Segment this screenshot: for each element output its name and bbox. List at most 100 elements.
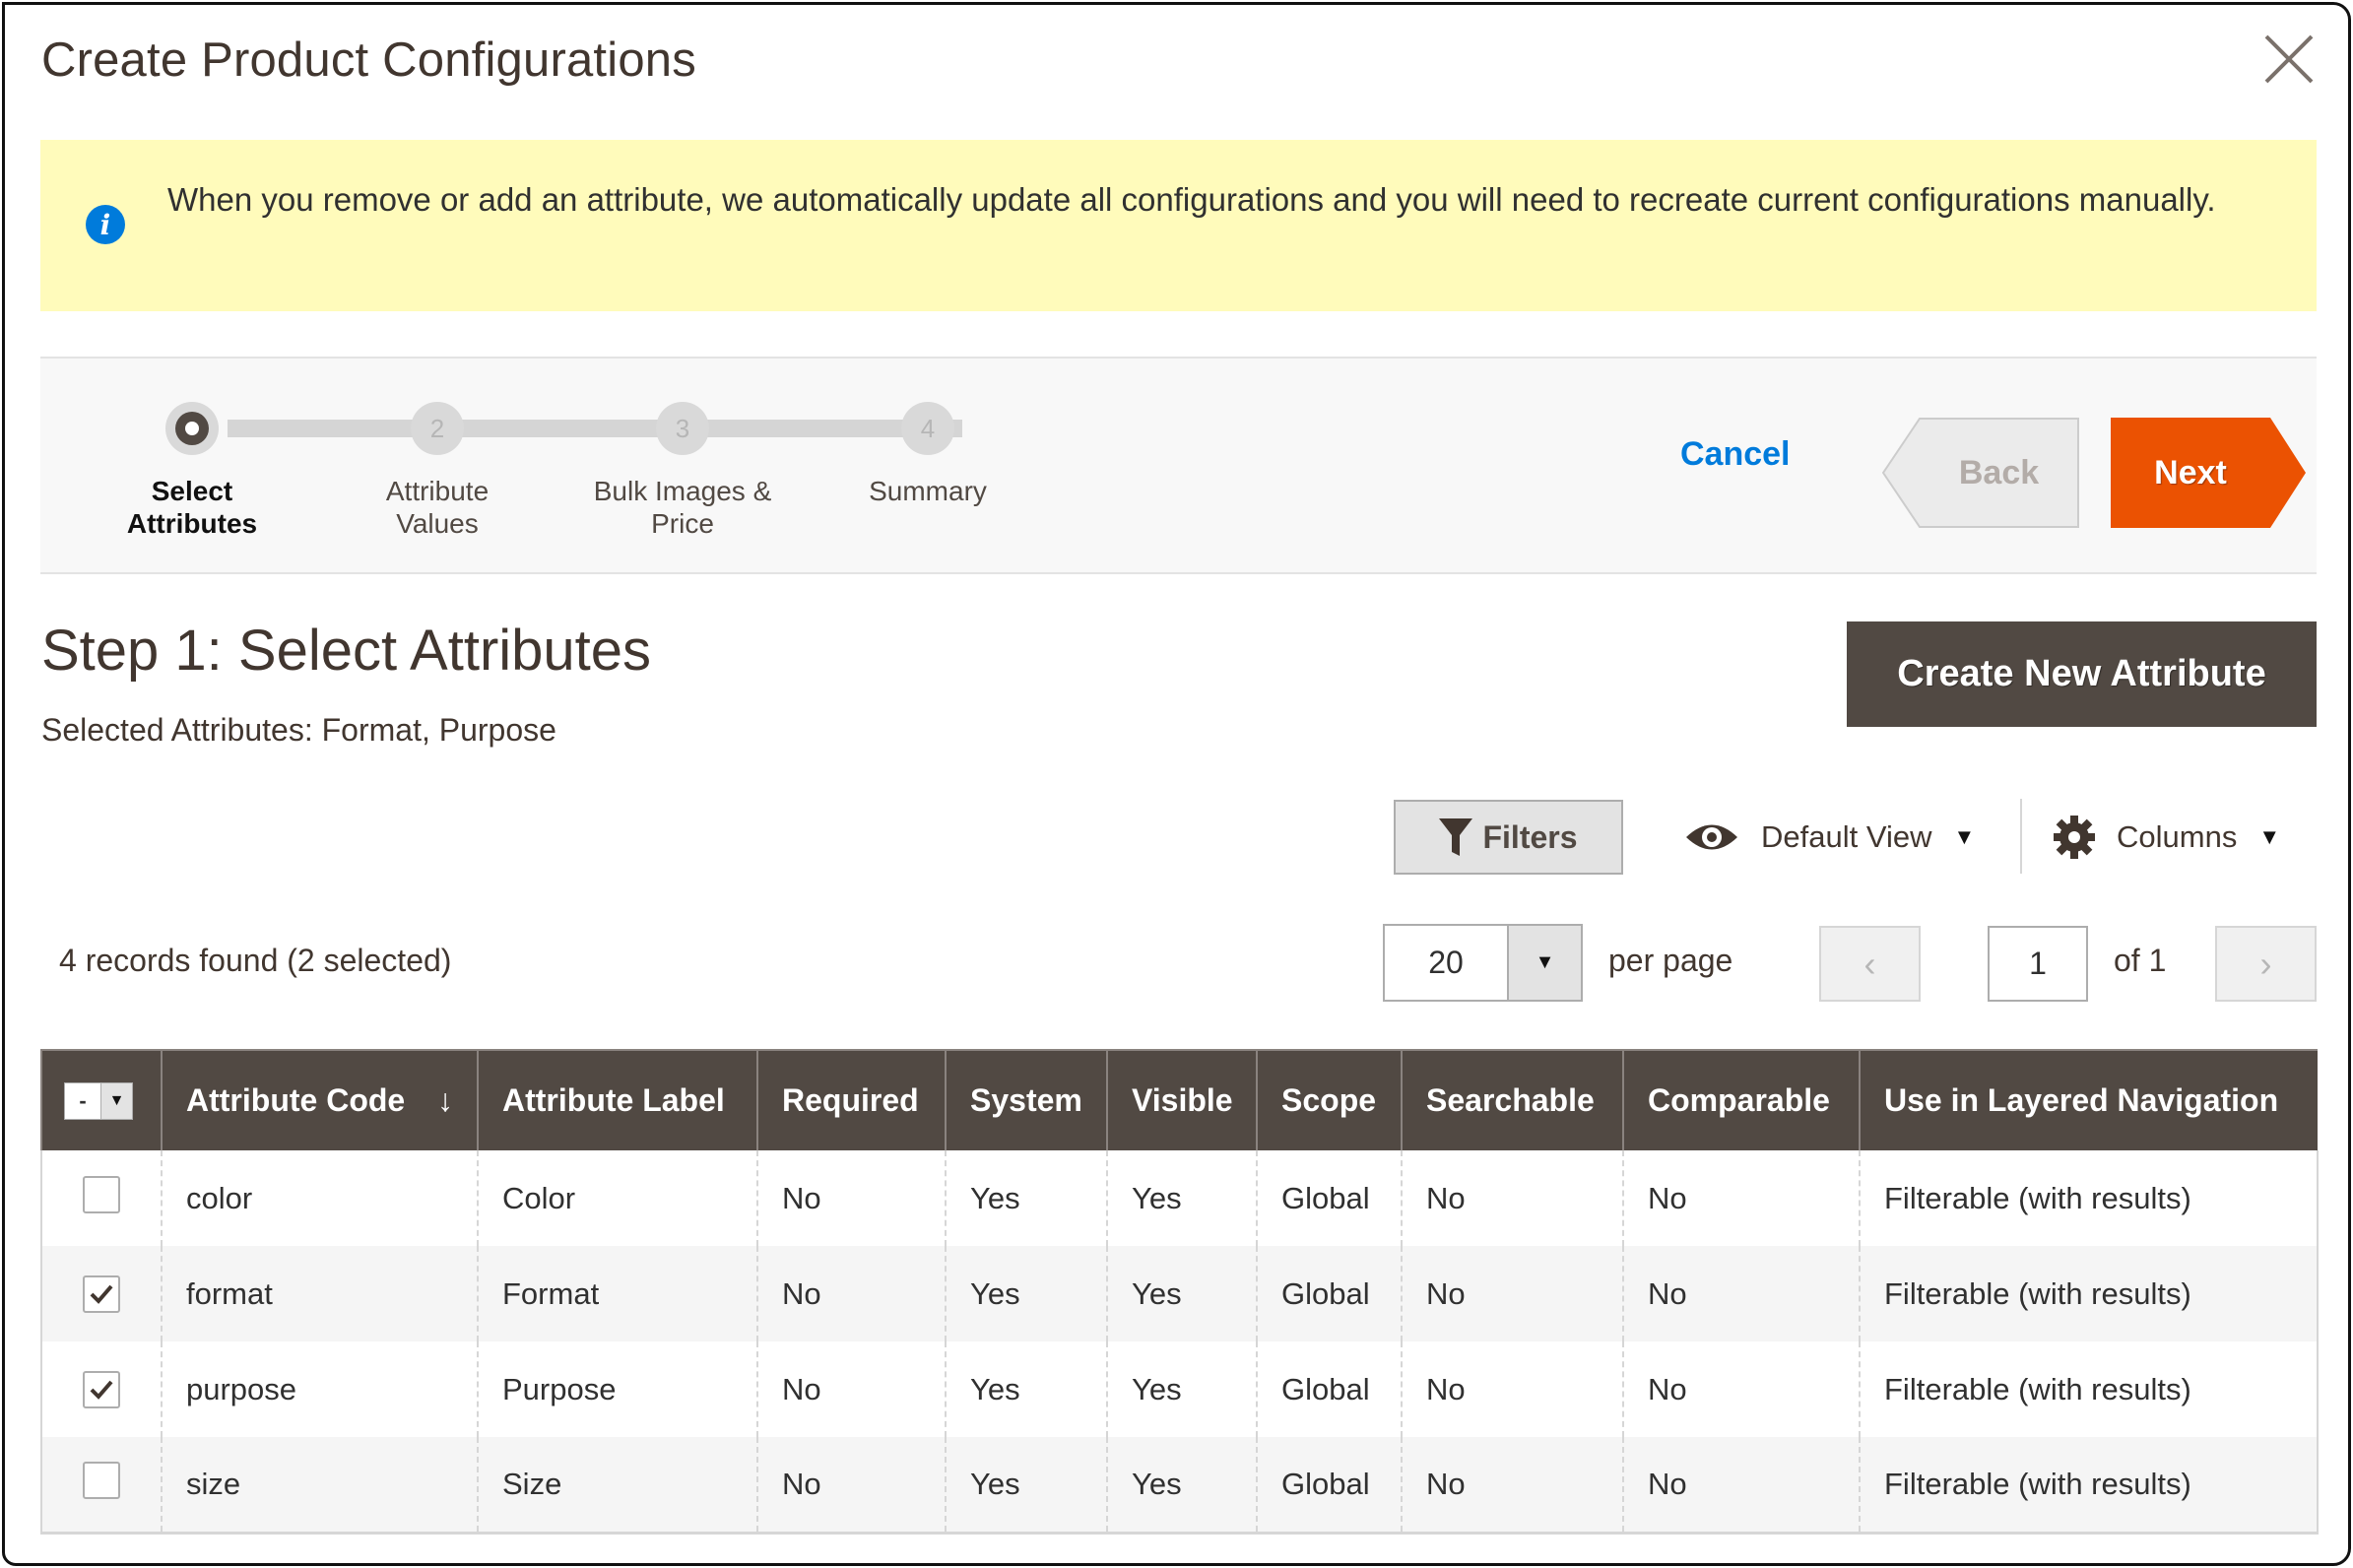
cell-searchable: No (1401, 1437, 1623, 1535)
sort-down-arrow-icon: ↓ (437, 1082, 453, 1118)
row-checkbox[interactable] (83, 1461, 120, 1499)
row-checkbox[interactable] (83, 1175, 120, 1213)
table-row[interactable]: size Size No Yes Yes Global No No Filterable (wi… (40, 1437, 2319, 1535)
cell-attribute-label: Format (477, 1246, 757, 1341)
per-page-label: per page (1608, 943, 1733, 978)
column-label: Attribute Code (186, 1082, 406, 1118)
filters-label: Filters (1482, 818, 1578, 855)
table-row[interactable]: color Color No Yes Yes Global No No Filterable (… (40, 1150, 2319, 1246)
columns-label: Columns (2117, 819, 2238, 854)
cell-comparable: No (1622, 1437, 1860, 1535)
checkmark-icon (90, 1380, 113, 1400)
row-checkbox[interactable] (83, 1274, 120, 1313)
cell-visible: Yes (1106, 1150, 1257, 1246)
column-header-comparable[interactable]: Comparable (1622, 1049, 1860, 1150)
attributes-grid: - ▼ Attribute Code ↓ Attribute Label Req… (40, 1049, 2319, 1535)
close-icon (2264, 34, 2314, 84)
previous-page-button[interactable]: ‹ (1819, 926, 1921, 1002)
back-label: Back (1958, 453, 2040, 491)
step-3-label-line2: Price (651, 508, 714, 539)
toolbar-divider (2020, 799, 2022, 874)
caret-down-icon[interactable]: ▼ (1507, 926, 1581, 1000)
notice-banner: i When you remove or add an attribute, w… (40, 140, 2317, 311)
cell-attribute-label: Size (477, 1437, 757, 1535)
row-select-cell (40, 1246, 162, 1341)
step-3-indicator[interactable]: 3 (656, 402, 709, 455)
cell-scope: Global (1256, 1437, 1402, 1535)
step-2-indicator[interactable]: 2 (411, 402, 464, 455)
default-view-dropdown[interactable]: Default View ▼ (1684, 805, 1975, 870)
table-row[interactable]: format Format No Yes Yes Global No No Filterable… (40, 1246, 2319, 1341)
wizard-steps-panel: 2 3 4 Select Attributes Attribute Values… (40, 357, 2317, 574)
per-page-select[interactable]: 20 ▼ (1383, 924, 1583, 1002)
notice-text: When you remove or add an attribute, we … (167, 181, 2216, 218)
page-number-input[interactable]: 1 (1988, 926, 2088, 1002)
info-icon: i (86, 205, 125, 244)
cell-comparable: No (1622, 1150, 1860, 1246)
modal-title: Create Product Configurations (41, 33, 696, 87)
filter-funnel-icon (1439, 818, 1473, 856)
step-2-label: Attribute Values (319, 475, 556, 540)
next-button[interactable]: Next (2111, 418, 2308, 528)
cell-system: Yes (945, 1437, 1107, 1535)
caret-down-icon: ▼ (2258, 824, 2281, 849)
cell-system: Yes (945, 1341, 1107, 1437)
column-header-attribute-code[interactable]: Attribute Code ↓ (161, 1049, 478, 1150)
caret-down-icon: ▼ (100, 1083, 132, 1120)
default-view-label: Default View (1761, 819, 1932, 854)
create-new-attribute-button[interactable]: Create New Attribute (1847, 621, 2317, 727)
step-1-label: Select Attributes (74, 475, 310, 540)
column-header-visible[interactable]: Visible (1106, 1049, 1257, 1150)
cell-visible: Yes (1106, 1437, 1257, 1535)
column-header-layered-navigation[interactable]: Use in Layered Navigation (1859, 1049, 2318, 1150)
next-page-button[interactable]: › (2215, 926, 2317, 1002)
cell-required: No (756, 1246, 946, 1341)
column-header-searchable[interactable]: Searchable (1401, 1049, 1623, 1150)
close-button[interactable] (2260, 31, 2318, 88)
column-header-attribute-label[interactable]: Attribute Label (477, 1049, 757, 1150)
cell-system: Yes (945, 1246, 1107, 1341)
filters-button[interactable]: Filters (1394, 800, 1623, 875)
step-3-label: Bulk Images & Price (564, 475, 801, 540)
step-2-label-line2: Values (396, 508, 479, 539)
cell-searchable: No (1401, 1341, 1623, 1437)
cancel-button[interactable]: Cancel (1680, 435, 1791, 474)
cell-visible: Yes (1106, 1246, 1257, 1341)
step-1-indicator[interactable] (165, 402, 219, 455)
mass-select-header: - ▼ (40, 1049, 162, 1150)
next-label: Next (2154, 453, 2227, 491)
active-step-dot (185, 422, 199, 435)
row-select-cell (40, 1437, 162, 1535)
column-header-scope[interactable]: Scope (1256, 1049, 1402, 1150)
row-checkbox[interactable] (83, 1370, 120, 1408)
chevron-right-icon: › (2259, 943, 2272, 984)
step-4-label-line1: Summary (869, 476, 987, 506)
cell-layered-navigation: Filterable (with results) (1859, 1341, 2319, 1437)
chevron-left-icon: ‹ (1863, 943, 1876, 984)
step-heading: Step 1: Select Attributes (41, 619, 652, 683)
cell-system: Yes (945, 1150, 1107, 1246)
columns-dropdown[interactable]: Columns ▼ (2054, 805, 2280, 870)
cell-scope: Global (1256, 1150, 1402, 1246)
cell-searchable: No (1401, 1246, 1623, 1341)
step-1-label-line2: Attributes (126, 508, 258, 539)
cell-visible: Yes (1106, 1341, 1257, 1437)
back-button[interactable]: Back (1882, 418, 2079, 528)
step-4-indicator[interactable]: 4 (901, 402, 954, 455)
cell-layered-navigation: Filterable (with results) (1859, 1150, 2319, 1246)
cell-attribute-label: Color (477, 1150, 757, 1246)
cell-required: No (756, 1150, 946, 1246)
cell-layered-navigation: Filterable (with results) (1859, 1246, 2319, 1341)
table-row[interactable]: purpose Purpose No Yes Yes Global No No Filterab… (40, 1341, 2319, 1437)
modal-frame: Create Product Configurations i When you… (2, 2, 2351, 1566)
mass-select-dropdown[interactable]: - ▼ (64, 1082, 133, 1121)
column-header-system[interactable]: System (945, 1049, 1107, 1150)
cell-comparable: No (1622, 1341, 1860, 1437)
cell-attribute-label: Purpose (477, 1341, 757, 1437)
selected-attributes-text: Selected Attributes: Format, Purpose (41, 712, 556, 748)
eye-icon (1686, 824, 1737, 850)
progress-track (228, 420, 962, 437)
cell-required: No (756, 1341, 946, 1437)
per-page-value: 20 (1428, 945, 1464, 980)
column-header-required[interactable]: Required (756, 1049, 946, 1150)
